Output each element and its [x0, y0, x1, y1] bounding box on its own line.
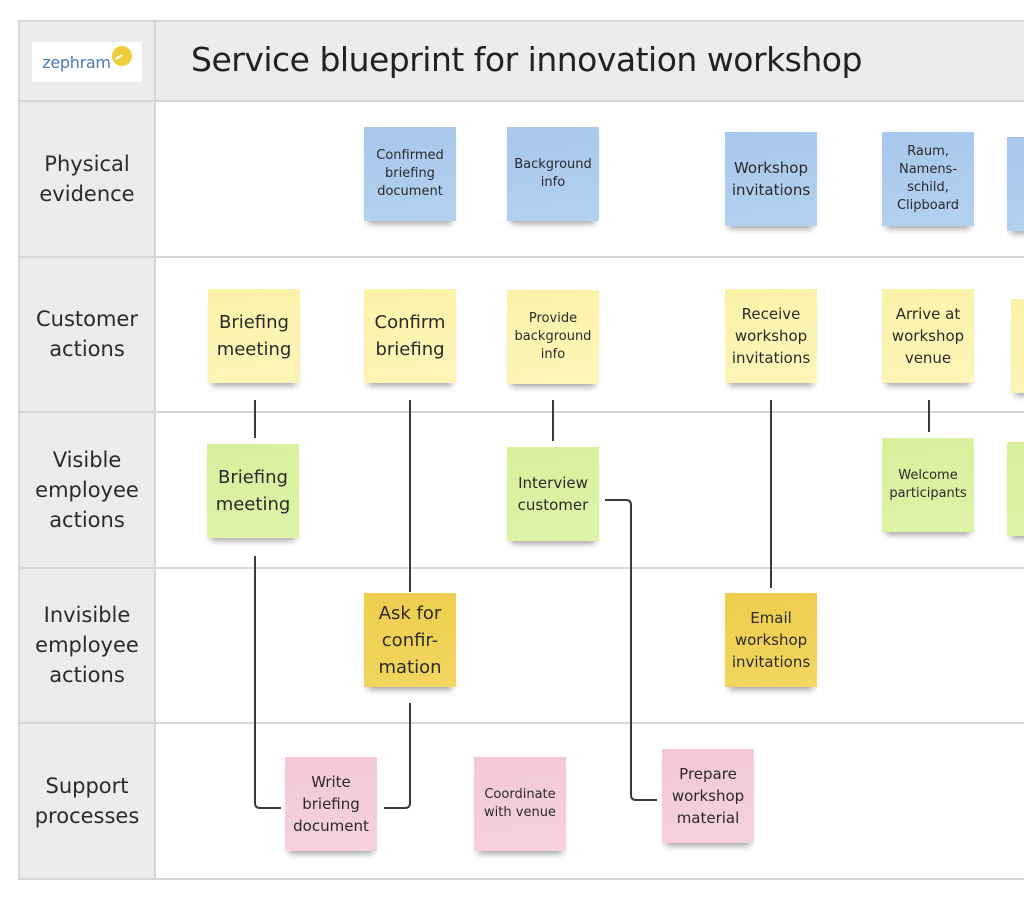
grid-line — [19, 878, 1024, 880]
note-arrive-at-workshop-venue[interactable]: Arrive at workshop venue — [882, 289, 974, 383]
lane-label-support-processes: Support processes — [34, 774, 140, 828]
note-prepare-workshop-material[interactable]: Prepare workshop material — [662, 749, 754, 843]
note-write-briefing-document[interactable]: Write briefing document — [285, 757, 377, 851]
note-provide-background-info[interactable]: Provide background info — [507, 290, 599, 384]
note-briefing-meeting-employee[interactable]: Briefing meeting — [207, 444, 299, 538]
note-confirm-briefing[interactable]: Confirm briefing — [364, 289, 456, 383]
note-background-info[interactable]: Background info — [507, 127, 599, 221]
note-receive-workshop-invitations[interactable]: Receive workshop invitations — [725, 289, 817, 383]
zephram-logo: zephram — [32, 42, 142, 82]
grid-line — [19, 722, 1024, 724]
note-room-name-badge-clipboard[interactable]: Raum, Namens- schild, Clipboard — [882, 132, 974, 226]
note-interview-customer[interactable]: Interview customer — [507, 447, 599, 541]
sun-icon — [111, 46, 132, 66]
grid-line — [19, 100, 1024, 102]
connector-interview-to-prepare — [605, 499, 657, 801]
connector-briefing-visible-to-write-doc — [254, 556, 281, 809]
note-workshop-invitations[interactable]: Workshop invitations — [725, 132, 817, 226]
lane-label-customer-actions: Customer actions — [35, 307, 138, 361]
grid-line — [19, 256, 1024, 258]
note-ask-for-confirmation[interactable]: Ask for confir- mation — [364, 593, 456, 687]
note-customer-offscreen[interactable] — [1011, 299, 1024, 393]
connector-ask-to-write-doc — [384, 703, 411, 809]
note-physical-offscreen[interactable] — [1007, 137, 1024, 231]
grid-line — [19, 20, 1024, 22]
note-email-workshop-invitations[interactable]: Email workshop invitations — [725, 593, 817, 687]
grid-line — [19, 567, 1024, 569]
lane-label-invisible-employee-actions: Invisible employee actions — [35, 603, 139, 687]
logo-text: zephram — [42, 52, 111, 72]
page-title: Service blueprint for innovation worksho… — [191, 40, 862, 79]
note-coordinate-with-venue[interactable]: Coordinate with venue — [474, 757, 566, 851]
note-welcome-participants[interactable]: Welcome participants — [882, 438, 974, 532]
note-briefing-meeting-customer[interactable]: Briefing meeting — [208, 289, 300, 383]
grid-line — [19, 411, 1024, 413]
note-confirmed-briefing-document[interactable]: Confirmed briefing document — [364, 127, 456, 221]
lane-label-visible-employee-actions: Visible employee actions — [35, 448, 139, 532]
note-visible-offscreen[interactable] — [1007, 442, 1024, 536]
lane-label-physical-evidence: Physical evidence — [39, 152, 135, 206]
